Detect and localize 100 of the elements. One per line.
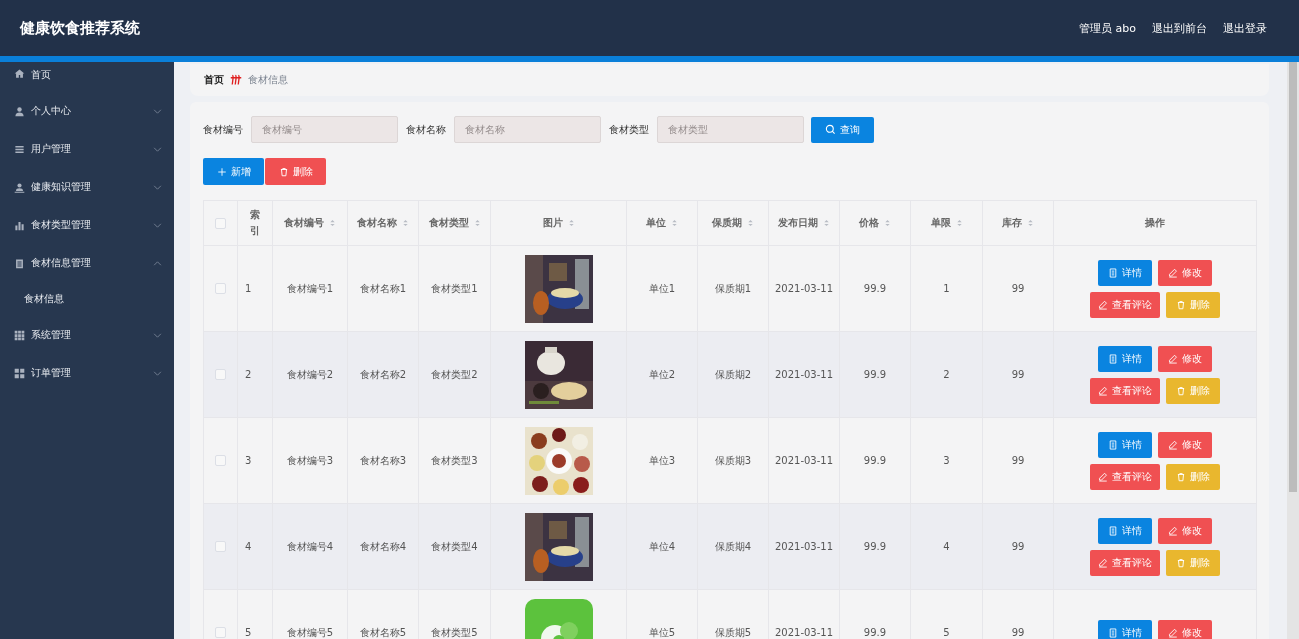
header-link[interactable]: 管理员 abo — [1079, 20, 1136, 36]
table-cell: 食材类型3 — [431, 454, 478, 466]
trash-icon — [1176, 385, 1186, 396]
table-cell: 保质期2 — [714, 368, 752, 380]
table-cell: 食材编号3 — [286, 454, 334, 466]
edit-button[interactable]: 修改 — [1158, 619, 1212, 639]
person-icon — [14, 105, 25, 117]
document-icon — [1108, 267, 1118, 278]
sidebar-item[interactable]: 用户管理 — [0, 130, 174, 168]
document-icon — [1108, 627, 1118, 638]
pencil-icon — [1168, 267, 1178, 278]
table-cell: 2021-03-11 — [774, 627, 834, 638]
scrollbar[interactable] — [1287, 62, 1299, 639]
checkbox[interactable] — [215, 283, 226, 295]
checkbox[interactable] — [215, 541, 226, 553]
document-icon — [1108, 439, 1118, 450]
table-cell: 99 — [1011, 627, 1025, 638]
sidebar-item[interactable]: 首页 — [0, 62, 174, 92]
table-cell: 2 — [943, 369, 950, 380]
trash-icon — [1176, 471, 1186, 482]
scroll-thumb[interactable] — [1289, 62, 1297, 492]
list-icon — [14, 143, 25, 155]
table-cell: 99 — [1011, 455, 1025, 466]
table-cell: 单位3 — [648, 454, 676, 466]
table-cell: 保质期5 — [714, 626, 752, 638]
column-header: 图片 — [542, 216, 563, 230]
table-cell: 4 — [245, 541, 252, 552]
detail-button[interactable]: 详情 — [1098, 517, 1152, 544]
sidebar-item[interactable]: 订单管理 — [0, 354, 174, 392]
breadcrumb-link[interactable]: 食材信息 — [248, 73, 288, 87]
pencil-icon — [1098, 299, 1108, 310]
detail-button[interactable]: 详情 — [1098, 431, 1152, 458]
table-cell: 99 — [1011, 369, 1025, 380]
column-header: 库存 — [1002, 216, 1022, 230]
edit-button[interactable]: 修改 — [1158, 517, 1212, 544]
review-button[interactable]: 查看评论 — [1090, 463, 1160, 490]
checkbox[interactable] — [215, 217, 226, 229]
table-cell: 4 — [943, 541, 950, 552]
detail-button[interactable]: 详情 — [1098, 619, 1152, 639]
detail-button[interactable]: 详情 — [1098, 345, 1152, 372]
sidebar-subitem[interactable]: 食材信息 — [0, 282, 174, 316]
column-header: 食材编号 — [284, 216, 324, 230]
sidebar-item[interactable]: 食材类型管理 — [0, 206, 174, 244]
table-cell: 单位2 — [648, 368, 676, 380]
table-cell: 食材编号2 — [286, 368, 334, 380]
table-cell: 单位4 — [648, 540, 676, 552]
review-button[interactable]: 查看评论 — [1090, 549, 1160, 576]
sidebar-item[interactable]: 健康知识管理 — [0, 168, 174, 206]
home-icon — [14, 68, 25, 79]
trash-icon — [1176, 557, 1186, 568]
edit-button[interactable]: 修改 — [1158, 345, 1212, 372]
trash-icon — [278, 166, 289, 177]
table-cell: 食材编号5 — [286, 626, 334, 638]
table-cell: 1 — [943, 283, 950, 294]
pencil-icon — [1098, 385, 1108, 396]
checkbox[interactable] — [215, 627, 226, 639]
header-link[interactable]: 退出登录 — [1223, 20, 1267, 36]
table-cell: 3 — [245, 455, 252, 466]
search-button[interactable]: 查询 — [811, 116, 874, 143]
table-cell: 食材名称3 — [359, 454, 407, 466]
bar-chart-icon — [14, 219, 25, 231]
table-cell: 99.9 — [863, 541, 887, 552]
sidebar-item[interactable]: 系统管理 — [0, 316, 174, 354]
pencil-icon — [1168, 353, 1178, 364]
table-cell: 单位1 — [648, 282, 676, 294]
table-cell: 保质期3 — [714, 454, 752, 466]
checkbox[interactable] — [215, 369, 226, 381]
checkbox[interactable] — [215, 455, 226, 467]
pencil-icon — [1168, 525, 1178, 536]
document-icon — [1108, 525, 1118, 536]
delete-button[interactable]: 删除 — [265, 158, 326, 185]
column-header: 单位 — [646, 216, 666, 230]
review-button[interactable]: 查看评论 — [1090, 291, 1160, 318]
table-cell: 2021-03-11 — [774, 541, 834, 552]
sidebar-item[interactable]: 个人中心 — [0, 92, 174, 130]
input-field[interactable]: 食材名称 — [454, 116, 601, 143]
table-cell: 99.9 — [863, 369, 887, 380]
field-label: 食材类型 — [609, 122, 649, 137]
table-cell: 2 — [245, 369, 252, 380]
edit-button[interactable]: 修改 — [1158, 259, 1212, 286]
field-label: 食材名称 — [406, 122, 446, 137]
breadcrumb-link[interactable]: 首页 — [204, 73, 224, 87]
table-cell: 5 — [943, 627, 950, 638]
table-cell: 食材名称5 — [359, 626, 407, 638]
table-cell: 2021-03-11 — [774, 369, 834, 380]
input-field[interactable]: 食材类型 — [657, 116, 804, 143]
table-cell: 食材类型4 — [431, 540, 478, 552]
table-cell: 99 — [1011, 541, 1025, 552]
input-field[interactable]: 食材编号 — [251, 116, 398, 143]
table-cell: 食材类型2 — [431, 368, 478, 380]
table-cell: 食材名称1 — [359, 282, 407, 294]
edit-button[interactable]: 修改 — [1158, 431, 1212, 458]
grid-icon — [14, 329, 25, 341]
detail-button[interactable]: 详情 — [1098, 259, 1152, 286]
add-button[interactable]: 新增 — [203, 158, 264, 185]
table-cell: 2021-03-11 — [774, 283, 834, 294]
header-link[interactable]: 退出到前台 — [1152, 20, 1207, 36]
review-button[interactable]: 查看评论 — [1090, 377, 1160, 404]
document-icon — [1108, 353, 1118, 364]
sidebar-item[interactable]: 食材信息管理 — [0, 244, 174, 282]
